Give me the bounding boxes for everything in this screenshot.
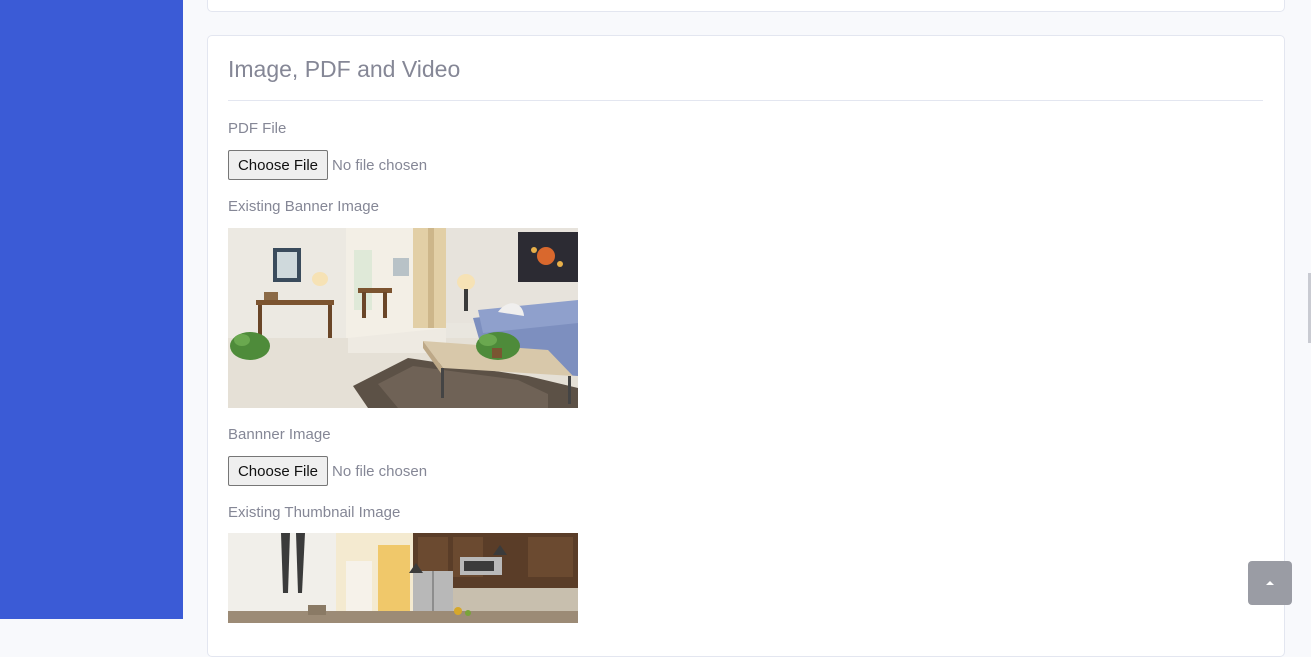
existing-thumbnail-image: [228, 533, 578, 623]
pdf-choose-file-button[interactable]: Choose File: [228, 150, 328, 180]
pdf-file-label: PDF File: [228, 120, 287, 137]
banner-choose-file-button[interactable]: Choose File: [228, 456, 328, 486]
banner-image-label: Bannner Image: [228, 426, 331, 443]
existing-banner-label: Existing Banner Image: [228, 198, 379, 215]
main-content: Image, PDF and Video PDF File Choose Fil…: [183, 0, 1311, 657]
pdf-file-input[interactable]: Choose File No file chosen: [228, 150, 427, 180]
previous-card: [207, 0, 1285, 12]
chevron-up-icon: [1266, 581, 1274, 585]
existing-thumbnail-label: Existing Thumbnail Image: [228, 504, 401, 521]
existing-banner-image: [228, 228, 578, 408]
section-title: Image, PDF and Video: [228, 56, 461, 82]
divider: [228, 100, 1263, 101]
banner-file-status: No file chosen: [332, 462, 428, 480]
banner-file-input[interactable]: Choose File No file chosen: [228, 456, 427, 486]
sidebar: [0, 0, 183, 619]
pdf-file-status: No file chosen: [332, 156, 428, 174]
media-card: Image, PDF and Video PDF File Choose Fil…: [207, 35, 1285, 657]
scroll-to-top-button[interactable]: [1248, 561, 1292, 605]
